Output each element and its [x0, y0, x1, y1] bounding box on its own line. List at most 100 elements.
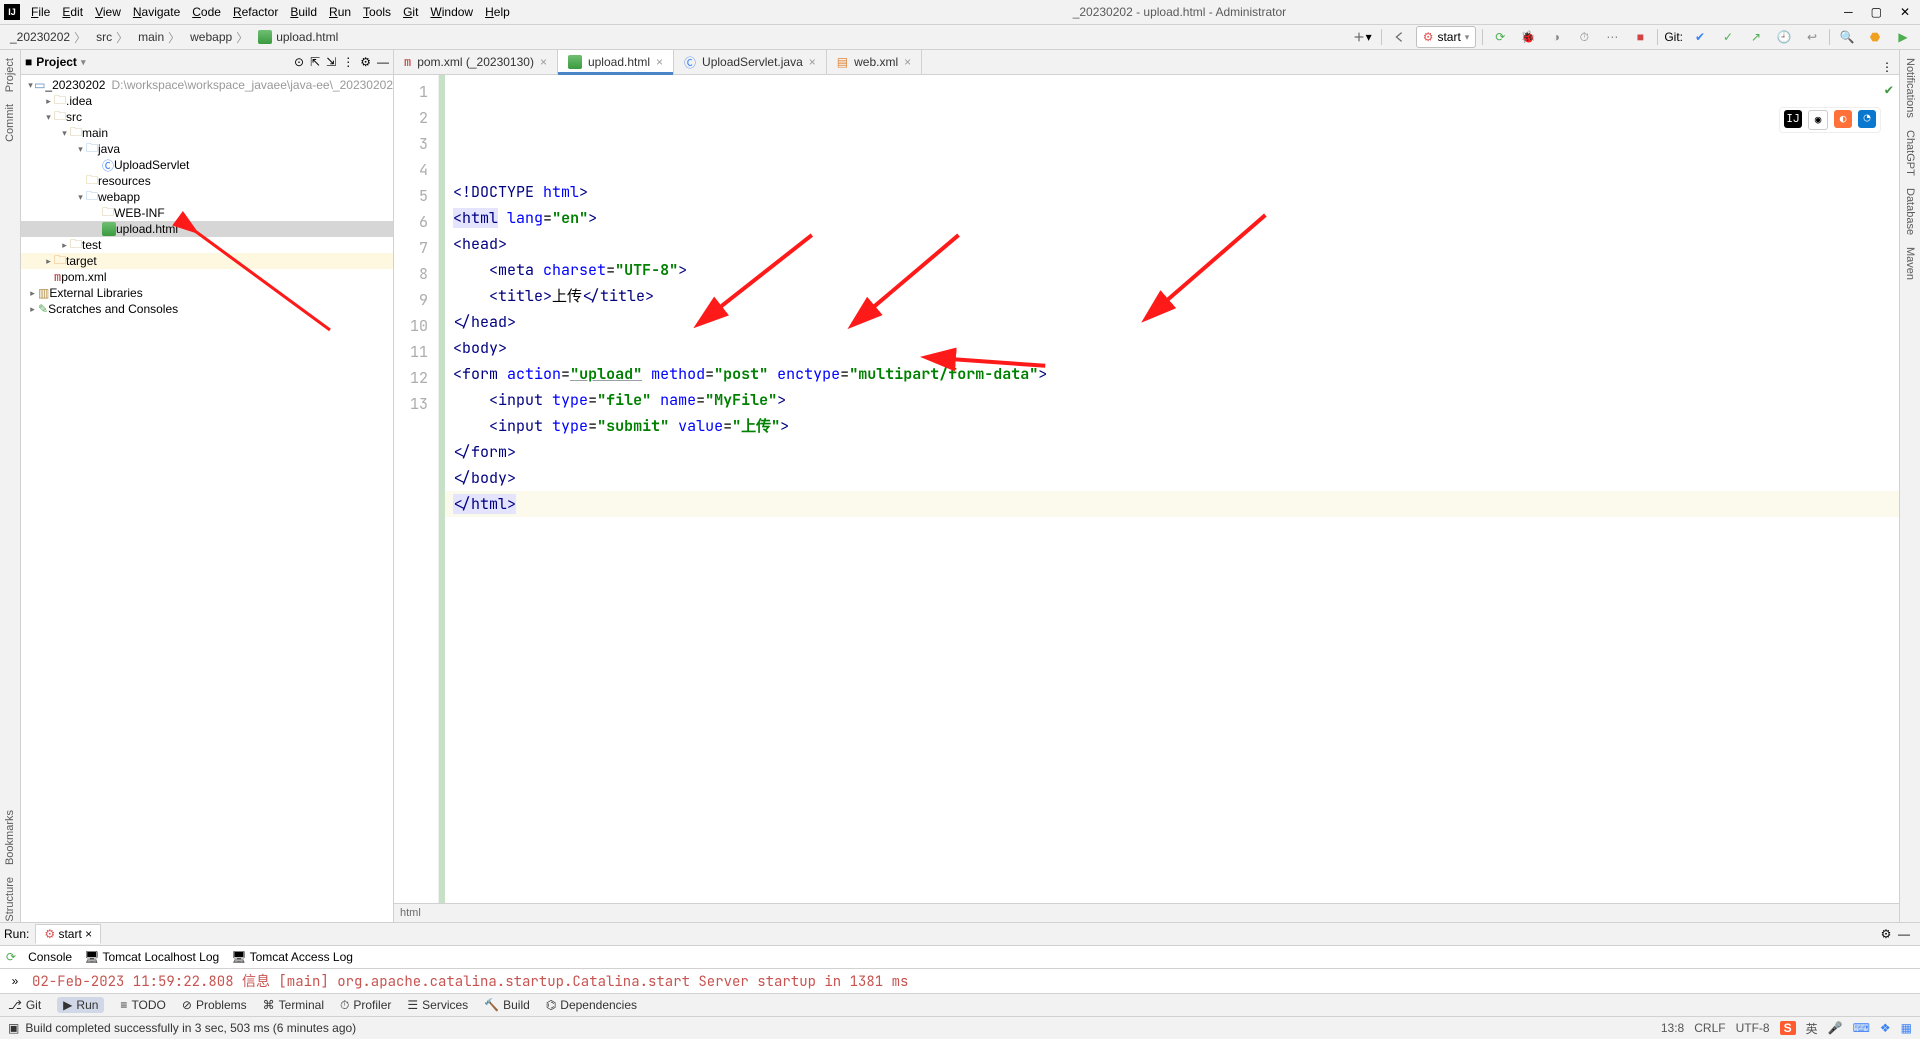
menu-run[interactable]: Run — [324, 3, 356, 21]
stripe-notifications[interactable]: Notifications — [1904, 58, 1916, 118]
tree-node-pom-xml[interactable]: m pom.xml — [21, 269, 393, 285]
collapse-all-icon[interactable]: ⇲ — [326, 55, 336, 69]
more-run-icon[interactable]: ⋯ — [1601, 27, 1623, 47]
stripe-project[interactable]: Project — [4, 58, 16, 92]
editor-body[interactable]: 12345678910111213 ✔ IJ ◉ ◐ ◔ <!DOCTYPE h… — [394, 75, 1899, 903]
code-area[interactable]: ✔ IJ ◉ ◐ ◔ <!DOCTYPE html><html lang="en… — [445, 75, 1899, 903]
right-tool-stripe[interactable]: Notifications ChatGPT Database Maven — [1899, 50, 1920, 922]
breadcrumbs[interactable]: _20230202 〉src 〉main 〉webapp 〉 upload.ht… — [6, 29, 342, 46]
profile-button[interactable]: ⏱ — [1573, 27, 1595, 47]
run-console[interactable]: » 02-Feb-2023 11:59:22.808 信息 [main] org… — [0, 969, 1920, 993]
run-config-selector[interactable]: ⚙start▾ — [1416, 26, 1477, 48]
browser-chrome-icon[interactable]: ◉ — [1808, 110, 1828, 130]
left-tool-stripe[interactable]: Project Commit Bookmarks Structure — [0, 50, 21, 922]
menu-build[interactable]: Build — [285, 3, 322, 21]
open-in-browser[interactable]: IJ ◉ ◐ ◔ — [1779, 107, 1881, 133]
editor-tab-web-xml[interactable]: ▤ web.xml × — [827, 50, 922, 74]
run-subtab-console[interactable]: Console — [28, 950, 72, 964]
tray-keyboard-icon[interactable]: ⌨ — [1853, 1021, 1870, 1035]
toolwin-git[interactable]: ⎇ Git — [8, 998, 41, 1012]
tree-node-uploadservlet[interactable]: Ⓒ UploadServlet — [21, 157, 393, 173]
caret-position[interactable]: 13:8 — [1661, 1021, 1684, 1035]
line-separator[interactable]: CRLF — [1694, 1021, 1725, 1035]
run-config-tab[interactable]: ⚙ start × — [35, 924, 101, 944]
menu-tools[interactable]: Tools — [358, 3, 396, 21]
code-line-6[interactable]: </head> — [445, 309, 1899, 335]
window-controls[interactable]: ─ ▢ ✕ — [1844, 5, 1916, 19]
run-options-icon[interactable]: ⚙ — [1881, 927, 1892, 941]
menu-code[interactable]: Code — [187, 3, 226, 21]
crumb-src[interactable]: src 〉 — [92, 29, 132, 46]
vcs-history-icon[interactable]: 🕘 — [1773, 27, 1795, 47]
stripe-chatgpt[interactable]: ChatGPT — [1904, 130, 1916, 176]
tree-node-main[interactable]: ▾🗀 main — [21, 125, 393, 141]
tree-node-test[interactable]: ▸🗀 test — [21, 237, 393, 253]
crumb-webapp[interactable]: webapp 〉 — [186, 29, 252, 46]
toolwin-run[interactable]: ▶ Run — [57, 997, 104, 1013]
code-line-7[interactable]: <body> — [445, 335, 1899, 361]
toolwin-todo[interactable]: ≡ TODO — [120, 998, 165, 1012]
crumb-_20230202[interactable]: _20230202 〉 — [6, 29, 90, 46]
bottom-tool-stripe[interactable]: ⎇ Git ▶ Run ≡ TODO ⊘ Problems ⌘ Terminal ⏱ Pr… — [0, 993, 1920, 1016]
browser-edge-icon[interactable]: ◔ — [1858, 110, 1876, 128]
status-icon[interactable]: ▣ — [8, 1021, 19, 1035]
menu-view[interactable]: View — [90, 3, 126, 21]
vcs-commit-icon[interactable]: ✓ — [1717, 27, 1739, 47]
editor-tab-pom-xml-_20230130-[interactable]: m pom.xml (_20230130) × — [394, 50, 558, 74]
run-subtab-access-log[interactable]: 🖥 Tomcat Access Log — [231, 950, 353, 964]
back-icon[interactable] — [1388, 27, 1410, 47]
toolwin-dependencies[interactable]: ⌬ Dependencies — [546, 998, 637, 1012]
locate-icon[interactable]: ⊙ — [294, 55, 304, 69]
menu-file[interactable]: File — [26, 3, 55, 21]
maximize-button[interactable]: ▢ — [1871, 5, 1882, 19]
ime-indicator[interactable]: S — [1780, 1021, 1796, 1035]
tray-mic-icon[interactable]: 🎤 — [1828, 1021, 1843, 1035]
crumb-upload-html[interactable]: upload.html — [254, 30, 342, 44]
tree-node-scratches-and-consoles[interactable]: ▸✎ Scratches and Consoles — [21, 301, 393, 317]
minimize-button[interactable]: ─ — [1844, 5, 1853, 19]
editor-tabs[interactable]: m pom.xml (_20230130) × upload.html ×Ⓒ U… — [394, 50, 1899, 75]
code-line-11[interactable]: </form> — [445, 439, 1899, 465]
play-forward-icon[interactable]: ▶ — [1892, 27, 1914, 47]
code-line-4[interactable]: <meta charset="UTF-8"> — [445, 257, 1899, 283]
hide-icon[interactable]: — — [377, 55, 389, 69]
ime-lang[interactable]: 英 — [1806, 1020, 1818, 1037]
toolwin-terminal[interactable]: ⌘ Terminal — [263, 998, 324, 1012]
coverage-button[interactable]: ◑ — [1545, 27, 1567, 47]
editor-tab-uploadservlet-java[interactable]: Ⓒ UploadServlet.java × — [674, 50, 827, 74]
vcs-update-icon[interactable]: ✔ — [1689, 27, 1711, 47]
tabs-more-icon[interactable]: ⋮ — [1881, 60, 1893, 74]
toolwin-profiler[interactable]: ⏱ Profiler — [340, 998, 391, 1013]
crumb-main[interactable]: main 〉 — [134, 29, 184, 46]
tree-node-resources[interactable]: 🗀 resources — [21, 173, 393, 189]
run-scroll-icon[interactable]: » — [4, 974, 26, 988]
stop-button[interactable]: ■ — [1629, 27, 1651, 47]
menu-navigate[interactable]: Navigate — [128, 3, 185, 21]
run-button[interactable]: ⟳ — [1489, 27, 1511, 47]
toolwin-services[interactable]: ☰ Services — [407, 998, 468, 1012]
inspection-ok-icon[interactable]: ✔ — [1885, 81, 1893, 99]
tree-node-external-libraries[interactable]: ▸▥ External Libraries — [21, 285, 393, 301]
run-subtab-localhost-log[interactable]: 🖥 Tomcat Localhost Log — [84, 950, 219, 964]
tray-grid-icon[interactable]: ▦ — [1901, 1021, 1912, 1035]
tab-close-icon[interactable]: × — [809, 55, 816, 69]
menu-git[interactable]: Git — [398, 3, 423, 21]
run-hide-icon[interactable]: — — [1898, 927, 1910, 941]
browser-builtin-icon[interactable]: IJ — [1784, 110, 1802, 128]
tree-node-webapp[interactable]: ▾🗀 webapp — [21, 189, 393, 205]
code-line-8[interactable]: <form action="upload" method="post" enct… — [445, 361, 1899, 387]
code-line-12[interactable]: </body> — [445, 465, 1899, 491]
code-line-10[interactable]: <input type="submit" value="上传"> — [445, 413, 1899, 439]
menu-window[interactable]: Window — [425, 3, 478, 21]
tree-node--idea[interactable]: ▸🗀 .idea — [21, 93, 393, 109]
tab-close-icon[interactable]: × — [656, 55, 663, 69]
gear-icon[interactable]: ⚙ — [360, 55, 371, 69]
stripe-maven[interactable]: Maven — [1904, 247, 1916, 280]
tab-close-icon[interactable]: × — [540, 55, 547, 69]
tray-app-icon[interactable]: ❖ — [1880, 1021, 1891, 1035]
stripe-database[interactable]: Database — [1904, 188, 1916, 235]
stripe-structure[interactable]: Structure — [4, 877, 16, 922]
toolwin-problems[interactable]: ⊘ Problems — [182, 998, 247, 1012]
run-subtabs[interactable]: ⟳ Console 🖥 Tomcat Localhost Log 🖥 Tomca… — [0, 945, 1920, 969]
tree-node-web-inf[interactable]: 🗀 WEB-INF — [21, 205, 393, 221]
